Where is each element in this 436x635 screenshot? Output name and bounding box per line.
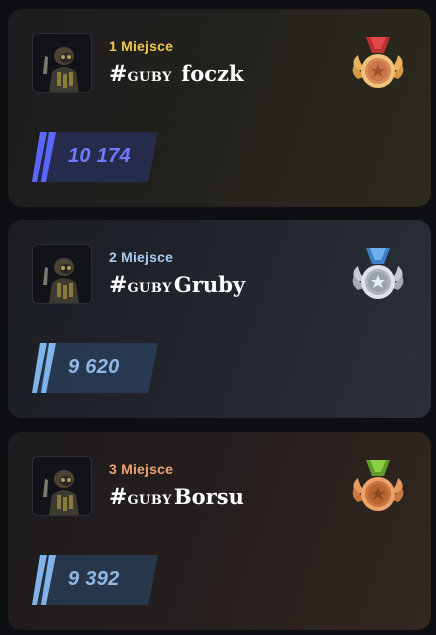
leaderboard-card-2[interactable]: 2 Miejsce #GUBYGruby 9 620 <box>8 220 431 418</box>
place-label: 3 Miejsce <box>109 461 174 477</box>
clan-tag: GUBY <box>127 281 172 296</box>
leaderboard: 1 Miejsce #GUBY foczk 10 174 2 Miejsce #… <box>0 0 436 635</box>
avatar <box>32 456 92 516</box>
clan-tag: GUBY <box>127 70 172 85</box>
player-nickname: Borsu <box>173 484 244 509</box>
score-value: 9 620 <box>68 356 120 378</box>
player-name: #GUBYBorsu <box>109 484 244 510</box>
player-nickname: Gruby <box>173 272 246 297</box>
player-name: #GUBYGruby <box>109 272 245 298</box>
place-label: 1 Miejsce <box>109 38 174 54</box>
leaderboard-card-1[interactable]: 1 Miejsce #GUBY foczk 10 174 <box>8 9 431 207</box>
bronze-medal-icon <box>346 454 410 518</box>
player-nickname: foczk <box>181 61 244 86</box>
silver-medal-icon <box>346 242 410 306</box>
player-name: #GUBY foczk <box>109 61 244 87</box>
score-badge: 9 392 <box>32 555 162 607</box>
score-badge: 9 620 <box>32 343 162 395</box>
gold-medal-icon <box>346 31 410 95</box>
score-value: 10 174 <box>68 145 131 167</box>
avatar <box>32 244 92 304</box>
score-value: 9 392 <box>68 568 120 590</box>
place-label: 2 Miejsce <box>109 249 174 265</box>
clan-tag: GUBY <box>127 493 172 508</box>
avatar <box>32 33 92 93</box>
hash-symbol: # <box>109 61 128 87</box>
leaderboard-card-3[interactable]: 3 Miejsce #GUBYBorsu 9 392 <box>8 432 431 630</box>
hash-symbol: # <box>109 272 128 298</box>
hash-symbol: # <box>109 484 128 510</box>
score-badge: 10 174 <box>32 132 162 184</box>
